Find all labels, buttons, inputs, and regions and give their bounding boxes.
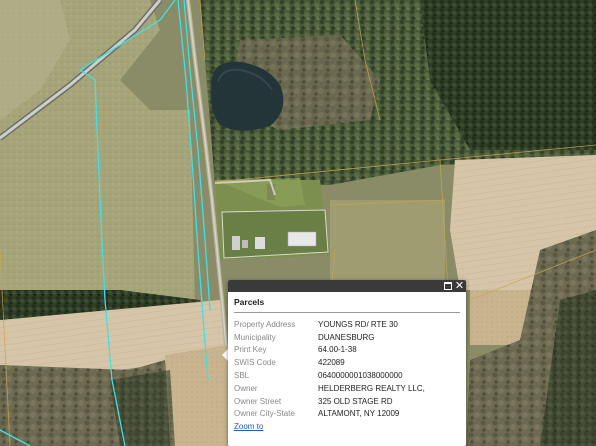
- attribute-row: Owner City-State ALTAMONT, NY 12009: [234, 408, 460, 421]
- attribute-row: SBL 0640000001038000000: [234, 369, 460, 382]
- close-button[interactable]: ✕: [454, 280, 465, 292]
- attribute-value: 325 OLD STAGE RD: [318, 396, 393, 406]
- attribute-table: Property Address YOUNGS RD/ RTE 30 Munic…: [234, 318, 460, 420]
- attribute-key: Owner Street: [234, 396, 282, 406]
- attribute-key: Property Address: [234, 319, 296, 329]
- attribute-row: Municipality DUANESBURG: [234, 331, 460, 344]
- popup-controls: ✕: [443, 280, 464, 292]
- attribute-key: SWIS Code: [234, 358, 276, 368]
- parcel-popup: ✕ Parcels Property Address YOUNGS RD/ RT…: [228, 280, 466, 446]
- attribute-key: Municipality: [234, 332, 276, 342]
- popup-title: Parcels: [234, 297, 460, 313]
- attribute-value: ALTAMONT, NY 12009: [318, 409, 400, 419]
- attribute-row: Property Address YOUNGS RD/ RTE 30: [234, 318, 460, 331]
- attribute-key: Owner City-State: [234, 409, 295, 419]
- close-icon: ✕: [454, 280, 465, 292]
- attribute-value: YOUNGS RD/ RTE 30: [318, 319, 398, 329]
- attribute-key: Print Key: [234, 345, 267, 355]
- attribute-value: DUANESBURG: [318, 332, 375, 342]
- attribute-key: Owner: [234, 383, 258, 393]
- attribute-value: HELDERBERG REALTY LLC,: [318, 383, 425, 393]
- attribute-key: SBL: [234, 371, 250, 381]
- attribute-row: SWIS Code 422089: [234, 356, 460, 369]
- attribute-row: Owner HELDERBERG REALTY LLC,: [234, 382, 460, 395]
- attribute-value: 422089: [318, 358, 345, 368]
- attribute-value: 0640000001038000000: [318, 371, 403, 381]
- attribute-row: Print Key 64.00-1-38: [234, 344, 460, 357]
- popup-body: Parcels Property Address YOUNGS RD/ RTE …: [228, 292, 466, 420]
- popup-titlebar: ✕: [228, 280, 466, 292]
- zoom-to-link[interactable]: Zoom to: [234, 422, 263, 431]
- attribute-value: 64.00-1-38: [318, 345, 357, 355]
- attribute-row: Owner Street 325 OLD STAGE RD: [234, 395, 460, 408]
- maximize-icon: [443, 282, 452, 290]
- aerial-map[interactable]: ✕ Parcels Property Address YOUNGS RD/ RT…: [0, 0, 596, 446]
- maximize-button[interactable]: [443, 282, 452, 291]
